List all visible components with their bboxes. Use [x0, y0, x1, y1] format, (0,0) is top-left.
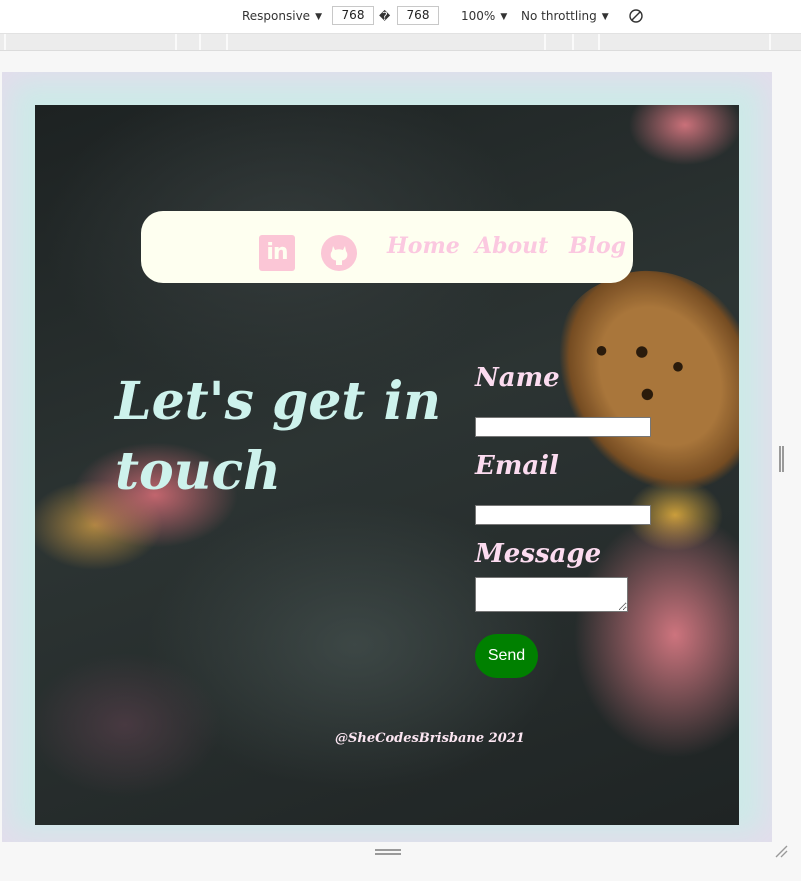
linkedin-icon[interactable]: in	[259, 235, 295, 271]
resize-handle-right[interactable]	[779, 446, 784, 472]
chevron-down-icon: ▼	[500, 12, 508, 22]
device-mode-dropdown[interactable]: Responsive ▼	[242, 9, 322, 23]
zoom-label: 100%	[461, 9, 496, 23]
throttling-dropdown[interactable]: No throttling ▼	[521, 9, 609, 23]
name-field[interactable]	[475, 417, 651, 437]
chevron-down-icon: ▼	[601, 12, 609, 22]
nav-link-blog[interactable]: Blog	[569, 233, 626, 259]
email-label: Email	[475, 451, 559, 481]
rotate-icon[interactable]	[628, 8, 644, 24]
page-viewport: in Home About Blog Let's get in touch Na…	[35, 105, 739, 825]
send-button[interactable]: Send	[475, 634, 538, 678]
devtools-toolbar: Responsive ▼ 768 � 768 100% ▼ No throttlin…	[0, 0, 801, 34]
throttling-label: No throttling	[521, 9, 597, 23]
message-label: Message	[475, 539, 602, 569]
page-title: Let's get in touch	[115, 371, 442, 502]
nav-link-about[interactable]: About	[475, 233, 548, 259]
email-field[interactable]	[475, 505, 651, 525]
device-mode-label: Responsive	[242, 9, 311, 23]
chevron-down-icon: ▼	[315, 12, 322, 22]
resize-corner-icon[interactable]	[774, 844, 788, 858]
nav-link-home[interactable]: Home	[387, 233, 460, 259]
zoom-dropdown[interactable]: 100% ▼	[461, 9, 507, 23]
media-query-ruler[interactable]	[0, 34, 801, 51]
dimension-separator: �	[379, 10, 391, 23]
message-field[interactable]	[475, 577, 628, 612]
github-icon[interactable]	[321, 235, 357, 271]
name-label: Name	[475, 363, 560, 393]
width-input[interactable]: 768	[332, 6, 374, 25]
footer-credit: @SheCodesBrisbane 2021	[335, 731, 525, 746]
navbar: in Home About Blog	[141, 211, 633, 283]
resize-handle-bottom[interactable]	[375, 849, 401, 855]
height-input[interactable]: 768	[397, 6, 439, 25]
